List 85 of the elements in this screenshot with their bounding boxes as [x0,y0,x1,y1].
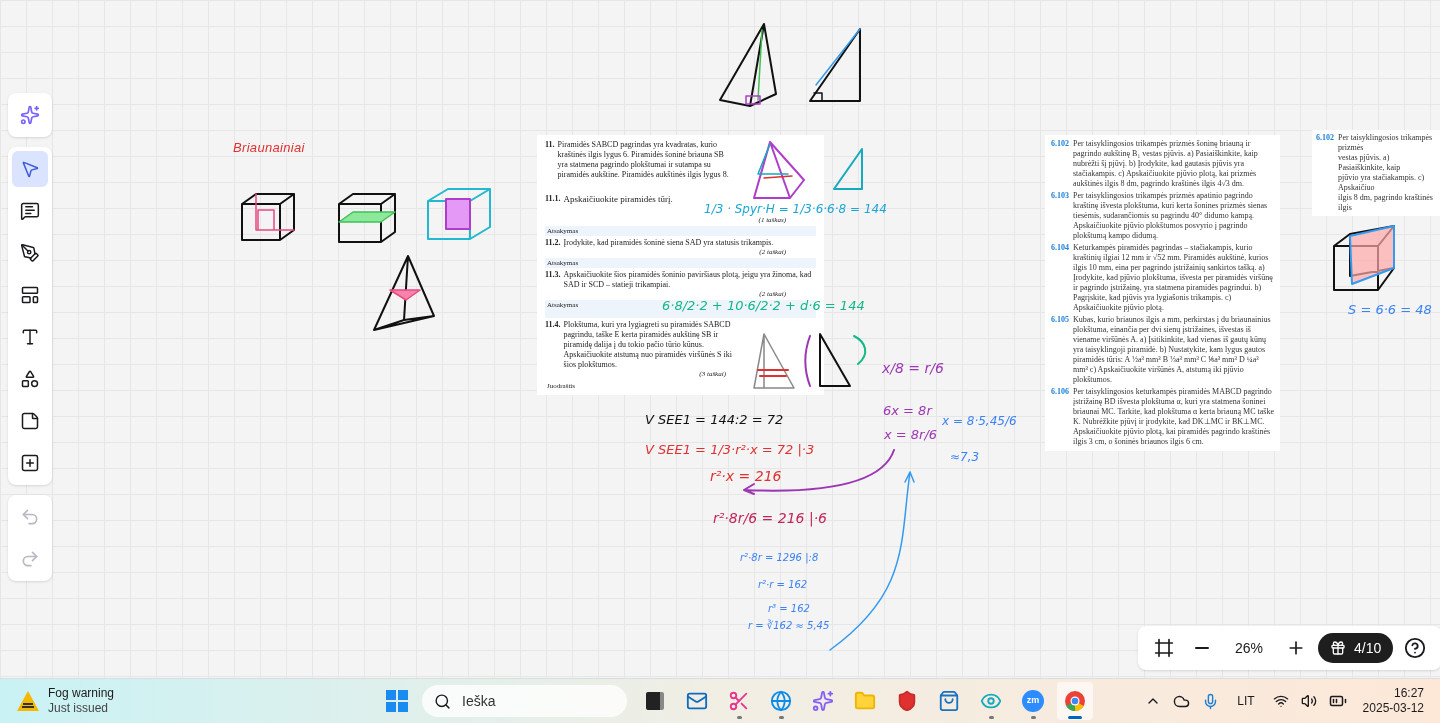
language-indicator: LIT [1237,693,1255,710]
problem-number: 11.4. [545,320,561,331]
exercise-text: Per taisyklingosios trikampės prizmės apatinio pagrindo kraštinę išvesta plokštuma, kuri kerta šonines prizmės sienas tiesėmis, sudarančiomis su pagrindu 40° didumo kampą. Apskaičiuokite pjūvio plokštumos posvyrio į pagrindo plokštumą kampo didumą. [1073,191,1269,241]
mail-icon [686,690,708,712]
minus-icon [1195,647,1209,649]
handwritten-note: 6x = 8r [883,402,932,420]
running-indicator [988,716,994,719]
exercise-text: ilgis 8 dm, pagrindo kraštinės ilgis [1338,193,1434,213]
sparkle-icon [812,690,834,712]
chrome-logo-icon [1064,690,1086,712]
problem-number: 11.1. [545,194,561,204]
handwritten-note: r²·8r/6 = 216 |·6 [713,509,827,529]
text-tool-icon [20,327,40,347]
handwritten-note: x/8 = r/6 [882,359,944,378]
weather-title: Fog warning [48,686,115,701]
task-view-icon [646,692,664,710]
handwritten-note: S = 6·6 = 48 [1348,301,1432,319]
cube-sketch-drawing [238,190,298,244]
folder-icon [854,690,876,712]
handwritten-note: r²·8r = 1296 |:8 [740,551,819,565]
weather-subtitle: Just issued [48,701,110,716]
handwritten-note: r²·x = 216 [710,467,782,486]
problem-number: 11. [545,140,555,151]
exercise-number: 6.103 [1051,191,1069,202]
handwritten-note: 1/3 · Spyr·H = 1/3·6·6·8 = 144 [704,201,887,217]
gift-icon [1330,640,1346,656]
problem-text: Įrodykite, kad piramidės šoninė siena SAD yra statusis trikampis. [563,238,774,248]
windows-logo-icon [386,690,408,712]
prism-sketch-drawing [335,190,399,246]
search-icon [434,692,451,710]
running-indicator [736,716,742,719]
shield-icon [896,690,918,712]
exercise-number: 6.105 [1051,315,1069,326]
clock-date: 2025-03-12 [1362,701,1424,716]
gift-counter-button[interactable]: 4/10 [1318,633,1394,663]
problem-text: Apskaičiuokite šios piramidės šoninio paviršiaus plotą, jeigu yra žinoma, kad SAD ir SCD – statieji trikampiai. [563,270,813,290]
problem-number: 11.2. [545,238,561,248]
scissors-icon [728,690,750,712]
running-indicator [778,716,784,719]
exercise-text: Per taisyklingosios keturkampės piramidės MABCD pagrindo įstrižainę BD išvesta plokštuma α, kuri yra statmena šoninei briaunai MC. Tarkite, kad plokštuma α kerta briauną MC taške K. Nubrėžkite pjūvį ir įrodykite, kad DK⊥MC ir BK⊥MC. Apskaičiuokite pjūvio plotą, kai piramidės pagrindo kraštinės ilgis 3 cm, o šoninės briaunos ilgis 6 cm. [1073,387,1274,447]
handwritten-note: r³ = 162 [768,602,810,616]
running-indicator [1068,716,1082,719]
sticky-note-icon [20,411,40,431]
handwritten-note: x = 8r/6 [884,426,938,444]
handwritten-note: V SEE1 = 144:2 = 72 [645,411,784,429]
handwritten-note: ≈7,3 [950,449,980,466]
globe-icon [770,690,792,712]
fog-warning-icon [16,690,40,712]
search-field[interactable]: Ieška [422,685,627,717]
help-icon [1404,637,1427,659]
volume-icon [1300,693,1317,709]
handwritten-note: x = 8·5,45/6 [942,413,1017,430]
comment-icon [20,201,40,221]
wifi-icon [1272,693,1289,709]
shopping-bag-icon [938,690,960,712]
handwritten-note: r = ∛162 ≈ 5,45 [748,618,830,633]
exercise-text: Kubas, kurio briaunos ilgis a mm, perkirstas į du briaunainius plokštuma, einančia per dvi sienų įstrižaines, išvestas iš viename viršūnės A. a) Įsitikinkite, kad vienas iš gautų kūnų yra taisyklingoji piramidė. b) Nustatykite, kam lygus gautos piramidės tūris: A ½a³ mm³ B ⅓a³ mm³ C ⅙a³ mm³ D ¼a³ mm³ c) Apskaičiuokite viršūnės A, atstumą iki pjūvio plokštumos. [1073,315,1272,385]
exercise-number: 6.102 [1051,139,1069,150]
sparkle-icon [20,105,40,125]
redo-icon [20,549,40,569]
exercise-number: 6.106 [1051,387,1069,398]
frame-icon [1154,638,1174,658]
undo-icon [20,507,40,527]
problem-text: Plokštuma, kuri yra lygiagreti su piramidės SABCD pagrindu, taške E kerta piramidės aukštinę SB ir piramidę dalija į du tokio pačio tūrio kūnus. Apskaičiuokite atstumą nuo piramidės viršūnės S iki šios plokštumos. [563,320,733,370]
running-indicator [1030,716,1036,719]
handwritten-heading: Briaunainiai [233,139,305,157]
prism-sketch-drawing [424,185,494,243]
add-icon [20,453,40,473]
problem-number: 11.3. [545,270,561,281]
exercise-text: Keturkampės piramidės pagrindas – stačiakampis, kurio kraštinių ilgiai 12 mm ir √52 mm. Piramidės aukštinė, kurios ilgis 10 mm, eina per pagrindo įstrižainių sankirtos tašką. a) Įrodykite, kad pjūvio plokštuma, išvesta per piramidės viršūnę ir pagrindo įstrižainę, yra statmena piramidės pagrindui. b) Pagrįskite, kad pjūvis yra lygiašonis trikampis. c) Apskaičiuokite pjūvio plotą. [1073,243,1274,313]
handwritten-note: V SEE1 = 1/3·r²·x = 72 |·3 [645,441,815,459]
pen-icon [20,243,40,263]
app-logo: zm [1022,690,1044,712]
pointer-icon [20,159,40,179]
handwritten-note: r²·r = 162 [758,578,808,592]
problem-text: Apskaičiuokite piramidės tūrį. [563,193,673,205]
layout-icon [20,285,40,305]
handwritten-note: 6·8/2·2 + 10·6/2·2 + d·6 = 144 [662,297,865,315]
exercise-number: 6.104 [1051,243,1069,254]
clock-time: 16:27 [1393,686,1424,701]
exercise-text: Per taisyklingosios trikampės prizmės šoninę briauną ir pagrindo aukštinę B₁ vestas pjūvis. a) Pasiaiškinkite, kaip nubrėžti šį pjūvį. b) Įrodykite, kad gautasis pjūvis yra stačiakampis. c) Apskaičiuokite pjūvio plotą, kai prizmės aukštinės ilgis 8 dm, pagrindo kraštinės ilgis 4√3 dm. [1073,139,1259,189]
exercise-number: 6.102 [1316,133,1334,144]
zoom-level: 26% [1234,638,1264,658]
problem-text: Piramidės SABCD pagrindas yra kvadratas, kurio kraštinės ilgis lygus 6. Piramidės šoninė briauna SB yra statmena pagrindo plokštumai ir sutampa su piramidės aukštine. Piramidės aukštinės ilgis lygus 8. [557,140,730,180]
shapes-icon [20,369,40,389]
